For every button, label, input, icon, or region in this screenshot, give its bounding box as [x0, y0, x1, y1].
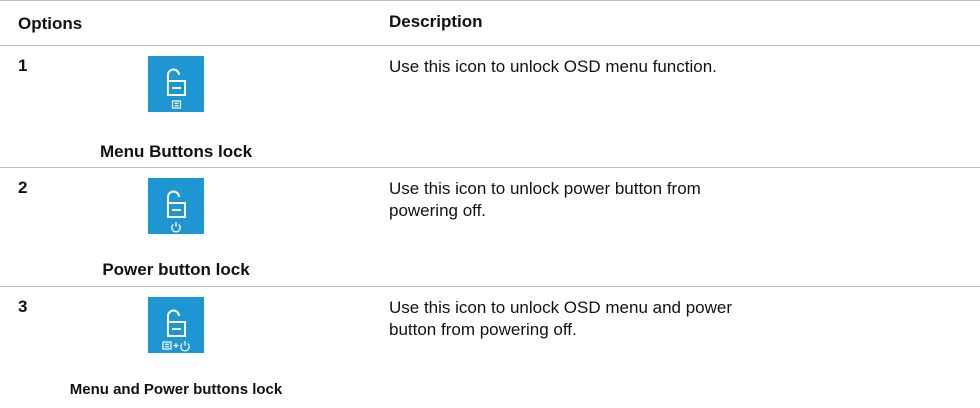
unlock-menu-icon: [148, 56, 204, 112]
table-header: Options Description: [0, 0, 980, 46]
option-number: 1: [18, 56, 28, 75]
unlock-power-icon: [148, 178, 204, 234]
table-row: 2 Power button lock Use this icon to unl…: [0, 168, 980, 287]
option-number: 2: [18, 178, 28, 197]
option-description: Use this icon to unlock OSD menu functio…: [389, 57, 717, 76]
table-row: 3 Menu and Power buttons lock Use this i…: [0, 287, 980, 408]
option-number: 3: [18, 297, 28, 316]
unlock-menu-power-icon: [148, 297, 204, 353]
table-row: 1 Menu Buttons lock Use this icon to unl…: [0, 46, 980, 168]
options-header: Options: [18, 14, 83, 33]
option-description: Use this icon to unlock OSD menu and pow…: [389, 298, 733, 339]
option-caption: Menu and Power buttons lock: [69, 381, 283, 398]
option-description: Use this icon to unlock power button fro…: [389, 179, 701, 220]
option-caption: Menu Buttons lock: [99, 142, 253, 161]
description-header: Description: [389, 12, 483, 31]
option-caption: Power button lock: [102, 260, 250, 279]
